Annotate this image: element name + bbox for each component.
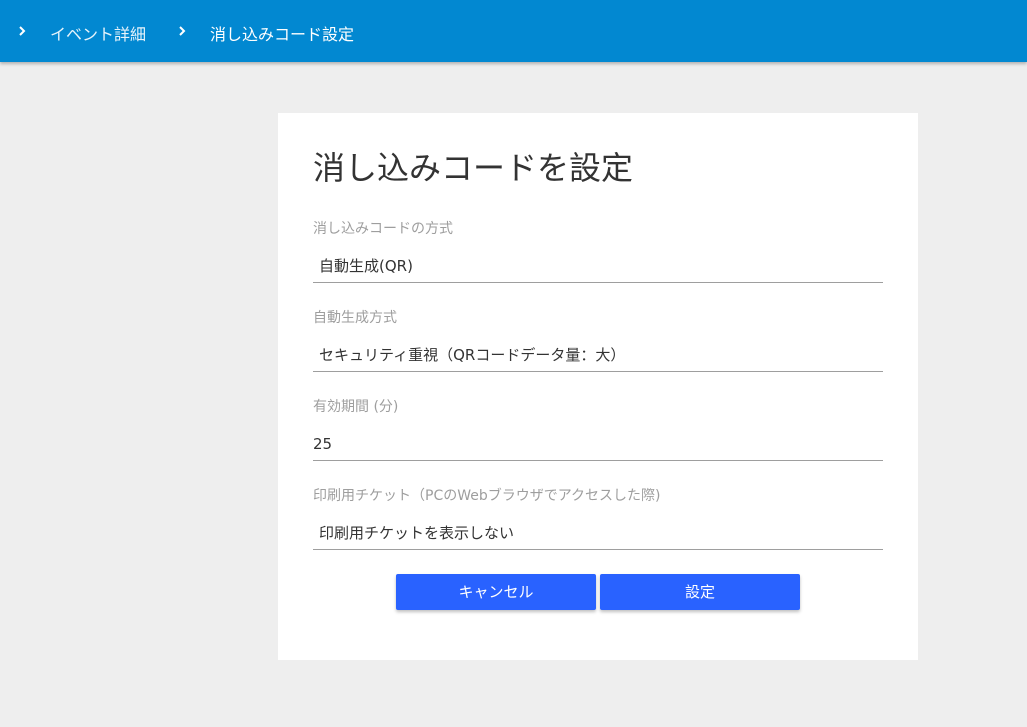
print-ticket-field: 印刷用チケット（PCのWebブラウザでアクセスした際) 印刷用チケットを表示しな… <box>313 486 883 558</box>
page-title: 消し込みコードを設定 <box>313 149 634 187</box>
app-bar: イベント詳細 消し込みコード設定 <box>0 0 1027 62</box>
method-label: 消し込みコードの方式 <box>313 221 453 237</box>
chevron-right-icon <box>17 26 27 36</box>
generation-method-select[interactable]: セキュリティ重視（QRコードデータ量：大） <box>313 338 883 372</box>
generation-method-label: 自動生成方式 <box>313 310 397 326</box>
print-ticket-select[interactable]: 印刷用チケットを表示しない <box>313 516 883 550</box>
validity-period-label: 有効期間 (分) <box>313 399 399 415</box>
method-field: 消し込みコードの方式 自動生成(QR) <box>313 219 883 291</box>
settings-card: 消し込みコードを設定 消し込みコードの方式 自動生成(QR) 自動生成方式 セキ… <box>278 113 918 660</box>
breadcrumb-current-page: 消し込みコード設定 <box>210 25 355 44</box>
print-ticket-label: 印刷用チケット（PCのWebブラウザでアクセスした際) <box>313 488 661 504</box>
validity-period-input[interactable]: 25 <box>313 427 883 461</box>
cancel-button[interactable]: キャンセル <box>396 574 596 610</box>
method-select[interactable]: 自動生成(QR) <box>313 249 883 283</box>
chevron-right-icon <box>177 26 187 36</box>
validity-period-field: 有効期間 (分) 25 <box>313 397 883 469</box>
submit-button[interactable]: 設定 <box>600 574 800 610</box>
breadcrumb-event-details[interactable]: イベント詳細 <box>50 24 146 46</box>
generation-method-field: 自動生成方式 セキュリティ重視（QRコードデータ量：大） <box>313 308 883 380</box>
